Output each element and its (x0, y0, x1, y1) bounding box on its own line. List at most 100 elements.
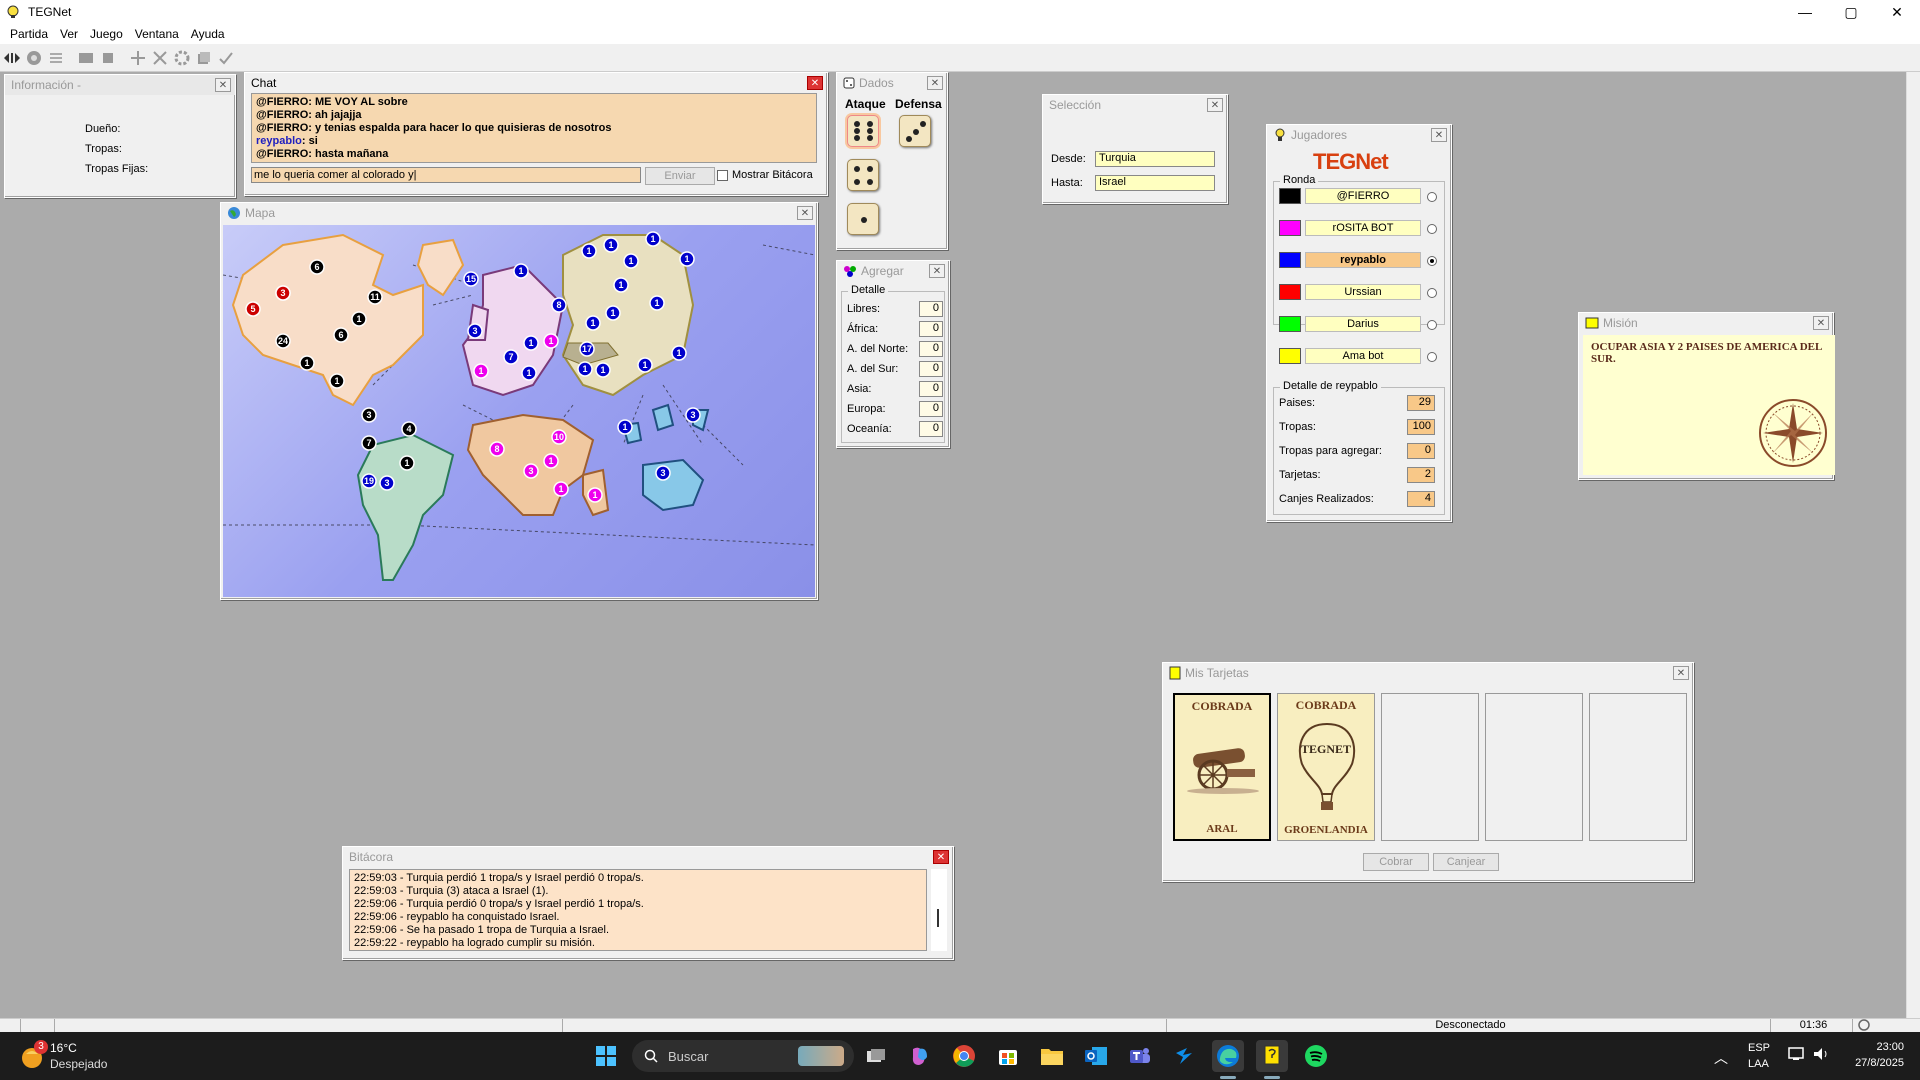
edge-icon[interactable] (1212, 1040, 1244, 1072)
army-marker[interactable]: 1 (645, 231, 661, 247)
army-marker[interactable]: 3 (523, 463, 539, 479)
chat-close-button[interactable]: ✕ (807, 76, 823, 90)
army-marker[interactable]: 3 (275, 285, 291, 301)
add-close-button[interactable]: ✕ (929, 264, 945, 278)
world-map[interactable]: 6353111624113471193151837111117111131111… (223, 225, 815, 597)
army-marker[interactable]: 10 (551, 429, 567, 445)
army-marker[interactable]: 7 (361, 435, 377, 451)
army-marker[interactable]: 11 (367, 289, 383, 305)
chat-input[interactable]: me lo queria comer al colorado y| (251, 167, 641, 183)
vertical-scrollbar[interactable] (1906, 72, 1920, 1018)
player-turn-radio[interactable] (1427, 256, 1437, 266)
tray-overflow-icon[interactable]: ︿ (1714, 1048, 1728, 1068)
player-row[interactable]: Darius (1279, 315, 1437, 333)
map-close-button[interactable]: ✕ (797, 206, 813, 220)
keyboard-layout[interactable]: LAA (1748, 1058, 1769, 1070)
menu-juego[interactable]: Juego (84, 27, 129, 41)
army-marker[interactable]: 6 (333, 327, 349, 343)
army-marker[interactable]: 1 (581, 243, 597, 259)
spotify-icon[interactable] (1300, 1040, 1332, 1072)
weather-desc[interactable]: Despejado (50, 1057, 107, 1071)
army-marker[interactable]: 1 (521, 365, 537, 381)
menu-ventana[interactable]: Ventana (129, 27, 185, 41)
connect-icon[interactable] (2, 48, 22, 68)
army-marker[interactable]: 7 (503, 349, 519, 365)
card-icon[interactable] (76, 48, 96, 68)
chrome-icon[interactable] (948, 1040, 980, 1072)
task-view-icon[interactable] (860, 1040, 892, 1072)
army-marker[interactable]: 1 (523, 335, 539, 351)
clock-date[interactable]: 27/8/2025 (1848, 1057, 1904, 1069)
file-explorer-icon[interactable] (1036, 1040, 1068, 1072)
show-log-checkbox[interactable] (717, 169, 728, 181)
to-field[interactable]: Israel (1095, 175, 1215, 191)
army-marker[interactable]: 4 (401, 421, 417, 437)
attack-icon[interactable] (150, 48, 170, 68)
collect-button[interactable]: Cobrar (1363, 853, 1429, 871)
log-scroll-thumb[interactable] (937, 909, 939, 927)
check-icon[interactable] (216, 48, 236, 68)
outlook-icon[interactable] (1080, 1040, 1112, 1072)
store-icon[interactable] (992, 1040, 1024, 1072)
player-turn-radio[interactable] (1427, 288, 1437, 298)
players-close-button[interactable]: ✕ (1431, 128, 1447, 142)
player-row[interactable]: @FIERRO (1279, 187, 1437, 205)
army-marker[interactable]: 1 (329, 373, 345, 389)
army-marker[interactable]: 1 (603, 237, 619, 253)
army-marker[interactable]: 1 (595, 362, 611, 378)
log-scrollbar[interactable] (931, 869, 947, 951)
army-marker[interactable]: 1 (605, 305, 621, 321)
close-button[interactable]: ✕ (1874, 0, 1920, 24)
army-marker[interactable]: 8 (551, 297, 567, 313)
army-marker[interactable]: 1 (399, 455, 415, 471)
language-code[interactable]: ESP (1748, 1042, 1770, 1054)
army-marker[interactable]: 15 (463, 271, 479, 287)
from-field[interactable]: Turquia (1095, 151, 1215, 167)
add-icon[interactable] (128, 48, 148, 68)
player-row[interactable]: Ama bot (1279, 347, 1437, 365)
army-marker[interactable]: 1 (351, 311, 367, 327)
mission-close-button[interactable]: ✕ (1813, 316, 1829, 330)
weather-temp[interactable]: 16°C (50, 1041, 77, 1055)
log-list[interactable]: 22:59:03 - Turquia perdió 1 tropa/s y Is… (349, 869, 927, 951)
army-marker[interactable]: 3 (361, 407, 377, 423)
army-marker[interactable]: 6 (309, 259, 325, 275)
gear-icon[interactable] (172, 48, 192, 68)
volume-icon[interactable] (1812, 1046, 1830, 1065)
army-marker[interactable]: 17 (579, 341, 595, 357)
list-icon[interactable] (46, 48, 66, 68)
army-marker[interactable]: 3 (379, 475, 395, 491)
army-marker[interactable]: 3 (685, 407, 701, 423)
army-marker[interactable]: 1 (671, 345, 687, 361)
army-marker[interactable]: 1 (513, 263, 529, 279)
cards-close-button[interactable]: ✕ (1673, 666, 1689, 680)
maximize-button[interactable]: ▢ (1828, 0, 1874, 24)
start-button[interactable] (590, 1040, 622, 1072)
menu-ver[interactable]: Ver (54, 27, 84, 41)
army-marker[interactable]: 5 (245, 301, 261, 317)
minimize-button[interactable]: — (1782, 0, 1828, 24)
chat-log[interactable]: @FIERRO: ME VOY AL sobre @FIERRO: ah jaj… (251, 93, 817, 163)
player-turn-radio[interactable] (1427, 320, 1437, 330)
player-turn-radio[interactable] (1427, 224, 1437, 234)
army-marker[interactable]: 1 (617, 419, 633, 435)
army-marker[interactable]: 1 (623, 253, 639, 269)
army-marker[interactable]: 1 (613, 277, 629, 293)
army-marker[interactable]: 1 (585, 315, 601, 331)
army-marker[interactable]: 1 (299, 355, 315, 371)
send-button[interactable]: Enviar (645, 167, 715, 185)
info-close-button[interactable]: ✕ (215, 78, 231, 92)
cards-icon[interactable] (194, 48, 214, 68)
tegnet-taskbar-icon[interactable] (1256, 1040, 1288, 1072)
army-marker[interactable]: 1 (543, 453, 559, 469)
army-marker[interactable]: 1 (553, 481, 569, 497)
copilot-icon[interactable] (904, 1040, 936, 1072)
selection-close-button[interactable]: ✕ (1207, 98, 1223, 112)
army-marker[interactable]: 1 (679, 251, 695, 267)
army-marker[interactable]: 1 (587, 487, 603, 503)
stop-icon[interactable] (98, 48, 118, 68)
army-marker[interactable]: 1 (543, 333, 559, 349)
army-marker[interactable]: 1 (649, 295, 665, 311)
network-icon[interactable] (1788, 1046, 1806, 1065)
trade-button[interactable]: Canjear (1433, 853, 1499, 871)
